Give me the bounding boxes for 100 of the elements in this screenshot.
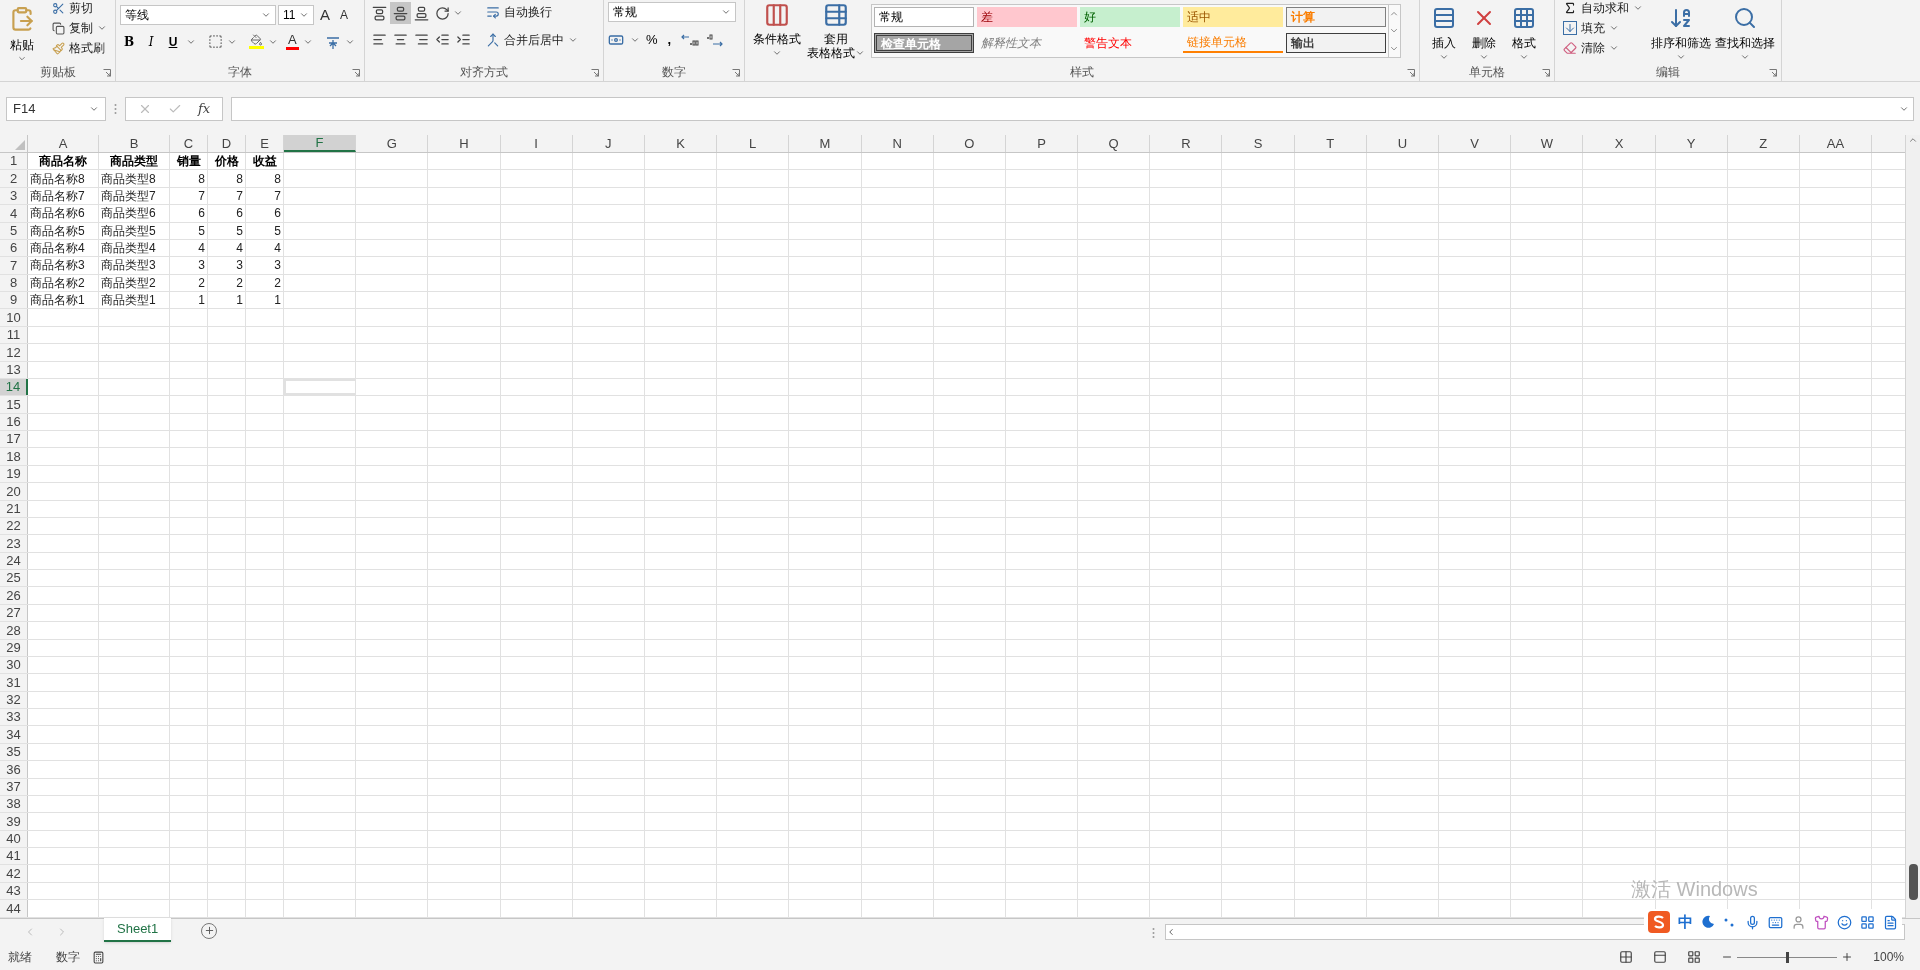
row-header[interactable]: 4 <box>0 205 28 222</box>
cells-button[interactable]: 删除 <box>1464 2 1504 63</box>
cell-style[interactable]: 常规 <box>874 7 974 27</box>
column-header[interactable]: L <box>717 135 790 152</box>
align-middle-button[interactable] <box>390 2 411 24</box>
formula-field[interactable] <box>231 97 1914 121</box>
row-header[interactable]: 18 <box>0 448 28 465</box>
active-cell[interactable] <box>284 378 357 396</box>
dialog-launcher-icon[interactable] <box>103 69 111 77</box>
column-header[interactable]: X <box>1583 135 1656 152</box>
column-header[interactable]: W <box>1511 135 1584 152</box>
row-header[interactable]: 31 <box>0 674 28 691</box>
dialog-launcher-icon[interactable] <box>1769 69 1777 77</box>
column-header[interactable]: M <box>789 135 862 152</box>
font-color-button[interactable]: A <box>286 33 299 50</box>
row-header[interactable]: 28 <box>0 622 28 639</box>
column-header[interactable]: C <box>170 135 208 152</box>
dialog-launcher-icon[interactable] <box>1407 69 1415 77</box>
row-header[interactable]: 36 <box>0 761 28 778</box>
row-header[interactable]: 20 <box>0 483 28 500</box>
cell-style[interactable]: 好 <box>1080 7 1180 27</box>
emoji-icon[interactable] <box>1837 914 1852 930</box>
column-header[interactable]: F <box>284 135 357 152</box>
fill-color-icon[interactable] <box>249 34 264 49</box>
column-header[interactable]: A <box>28 135 99 152</box>
scroll-left-icon[interactable] <box>1166 926 1176 937</box>
ribbon-button[interactable]: 自动换行 <box>482 2 582 22</box>
row-header[interactable]: 10 <box>0 309 28 326</box>
dialog-launcher-icon[interactable] <box>591 69 599 77</box>
font-name-field[interactable]: 等线 <box>120 5 276 26</box>
column-header[interactable]: J <box>572 135 645 152</box>
comma-button[interactable]: , <box>663 30 676 50</box>
row-header[interactable]: 42 <box>0 865 28 882</box>
user-icon[interactable] <box>1791 914 1806 930</box>
cell-style[interactable]: 输出 <box>1286 33 1386 53</box>
ribbon-button[interactable]: 剪切 <box>48 0 111 18</box>
cell-style[interactable]: 适中 <box>1183 7 1283 27</box>
page-break-icon[interactable] <box>1687 950 1702 964</box>
microphone-icon[interactable] <box>1745 914 1760 930</box>
column-header[interactable]: AA <box>1799 135 1873 152</box>
sheet-tab[interactable]: Sheet1 <box>104 917 172 942</box>
underline-button[interactable]: U <box>164 32 182 51</box>
page-layout-icon[interactable] <box>1653 950 1668 964</box>
bold-button[interactable]: B <box>120 32 138 51</box>
find-select-button[interactable]: 查找和选择 <box>1715 2 1775 63</box>
row-header[interactable]: 12 <box>0 344 28 361</box>
scrollbar-thumb[interactable] <box>1908 863 1918 900</box>
row-header[interactable]: 25 <box>0 570 28 587</box>
column-header[interactable]: G <box>356 135 429 152</box>
ribbon-button[interactable]: 自动求和 <box>1559 0 1647 18</box>
paste-button[interactable]: 粘贴 <box>4 2 40 63</box>
shrink-font-button[interactable]: A <box>336 6 353 25</box>
name-box[interactable]: F14 <box>6 97 106 121</box>
row-header[interactable]: 7 <box>0 257 28 274</box>
border-icon[interactable] <box>208 34 223 49</box>
conditional-format-button[interactable]: 条件格式 <box>749 2 805 63</box>
row-header[interactable]: 2 <box>0 170 28 187</box>
increase-decimal-icon[interactable] <box>681 32 700 47</box>
column-header[interactable]: V <box>1439 135 1512 152</box>
cell-style[interactable]: 差 <box>977 7 1077 27</box>
ribbon-button[interactable]: 格式刷 <box>48 38 111 58</box>
column-header[interactable]: T <box>1294 135 1367 152</box>
grow-font-button[interactable]: A <box>316 4 334 27</box>
column-header[interactable]: N <box>861 135 934 152</box>
row-header[interactable]: 39 <box>0 813 28 830</box>
more-icon[interactable] <box>1883 914 1898 930</box>
row-header[interactable]: 23 <box>0 535 28 552</box>
dialog-launcher-icon[interactable] <box>352 69 360 77</box>
column-header[interactable]: O <box>933 135 1006 152</box>
insert-function-button[interactable]: fx <box>198 99 211 119</box>
cells-button[interactable]: 格式 <box>1504 2 1544 63</box>
row-header[interactable]: 17 <box>0 431 28 448</box>
row-header[interactable]: 15 <box>0 396 28 413</box>
column-header[interactable]: Y <box>1655 135 1728 152</box>
row-header[interactable]: 41 <box>0 848 28 865</box>
cell-style[interactable]: 解释性文本 <box>977 33 1077 53</box>
column-header[interactable]: H <box>428 135 501 152</box>
sort-filter-button[interactable]: 排序和筛选 <box>1651 2 1711 63</box>
scroll-up-icon[interactable] <box>1908 135 1918 145</box>
ribbon-button[interactable]: 合并后居中 <box>482 30 582 50</box>
row-header[interactable]: 9 <box>0 292 28 309</box>
column-header[interactable]: Q <box>1078 135 1151 152</box>
cells-button[interactable]: 插入 <box>1424 2 1464 63</box>
column-header[interactable]: Z <box>1727 135 1800 152</box>
font-size-field[interactable]: 11 <box>278 5 314 26</box>
row-header[interactable]: 44 <box>0 900 28 917</box>
cell-style[interactable]: 警告文本 <box>1080 33 1180 53</box>
percent-button[interactable]: % <box>646 30 658 50</box>
row-header[interactable]: 33 <box>0 709 28 726</box>
number-format-field[interactable]: 常规 <box>608 2 736 22</box>
row-header[interactable]: 1 <box>0 153 28 170</box>
ribbon-button[interactable]: 填充 <box>1559 18 1647 38</box>
normal-view-icon[interactable] <box>1619 950 1634 964</box>
row-header[interactable]: 34 <box>0 726 28 743</box>
toolbox-icon[interactable] <box>1860 914 1875 930</box>
dialog-launcher-icon[interactable] <box>732 69 740 77</box>
skin-icon[interactable] <box>1814 914 1829 930</box>
decrease-decimal-icon[interactable] <box>705 32 724 47</box>
column-header[interactable]: R <box>1150 135 1223 152</box>
ribbon-button[interactable]: 复制 <box>48 18 111 38</box>
